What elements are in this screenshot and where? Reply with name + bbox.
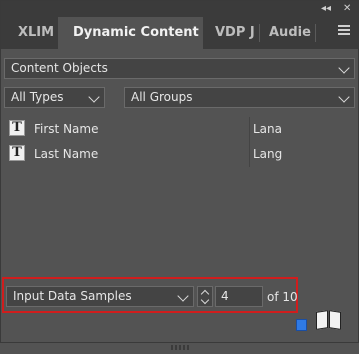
group-filter-dropdown[interactable]: All Groups xyxy=(124,87,355,108)
pages-icon[interactable] xyxy=(314,310,344,330)
record-total-label: of 10 xyxy=(267,290,298,304)
page-icon xyxy=(329,310,341,330)
chevron-down-icon xyxy=(88,91,100,103)
data-source-value: Input Data Samples xyxy=(13,289,132,303)
chevron-down-icon xyxy=(338,62,350,74)
tab-xlim[interactable]: XLIM xyxy=(7,17,55,49)
column-divider xyxy=(249,142,250,167)
text-frame-icon: T xyxy=(9,145,25,161)
preview-swatch-icon[interactable] xyxy=(296,319,307,331)
field-value: Lang xyxy=(253,147,283,161)
tab-xlim-label: XLIM xyxy=(18,25,55,40)
record-number-input[interactable]: 4 xyxy=(215,286,263,307)
chevron-down-icon[interactable] xyxy=(200,295,210,305)
dynamic-content-panel: ◂◂ ✕ XLIM Dynamic Content VDP J Audie Co… xyxy=(0,0,359,350)
tab-vdp[interactable]: VDP J xyxy=(206,17,256,49)
column-divider xyxy=(249,117,250,142)
group-filter-value: All Groups xyxy=(131,90,193,104)
field-value: Lana xyxy=(253,122,282,136)
tab-bar: XLIM Dynamic Content VDP J Audie xyxy=(1,17,358,49)
list-item[interactable]: T First Name Lana xyxy=(3,117,358,142)
tab-separator xyxy=(259,24,260,42)
content-selector-value: Content Objects xyxy=(11,61,108,75)
content-list: T First Name Lana T Last Name Lang xyxy=(3,117,358,167)
type-filter-value: All Types xyxy=(11,90,64,104)
content-selector-dropdown[interactable]: Content Objects xyxy=(4,58,355,79)
tab-dynamic-content-label: Dynamic Content xyxy=(73,25,199,40)
tab-audience-label: Audie xyxy=(269,25,311,40)
tab-vdp-label: VDP J xyxy=(215,25,255,40)
record-stepper[interactable] xyxy=(197,286,213,307)
chevron-down-icon xyxy=(338,91,350,103)
tab-dynamic-content[interactable]: Dynamic Content xyxy=(58,17,203,49)
panel-menu-icon[interactable] xyxy=(338,25,350,35)
type-filter-dropdown[interactable]: All Types xyxy=(4,87,105,108)
data-source-dropdown[interactable]: Input Data Samples xyxy=(6,286,194,307)
record-number-value: 4 xyxy=(221,289,229,303)
resize-grip[interactable] xyxy=(171,335,191,350)
panel-title-bar: ◂◂ ✕ xyxy=(1,1,358,17)
list-item[interactable]: T Last Name Lang xyxy=(3,142,358,167)
field-name: Last Name xyxy=(34,147,99,161)
close-icon[interactable]: ✕ xyxy=(343,2,351,16)
collapse-icon[interactable]: ◂◂ xyxy=(321,2,331,16)
text-frame-icon: T xyxy=(9,120,25,136)
tab-audience[interactable]: Audie xyxy=(262,17,312,49)
chevron-down-icon xyxy=(177,290,189,302)
field-name: First Name xyxy=(34,122,99,136)
tab-separator xyxy=(315,24,316,42)
page-icon xyxy=(316,310,328,330)
